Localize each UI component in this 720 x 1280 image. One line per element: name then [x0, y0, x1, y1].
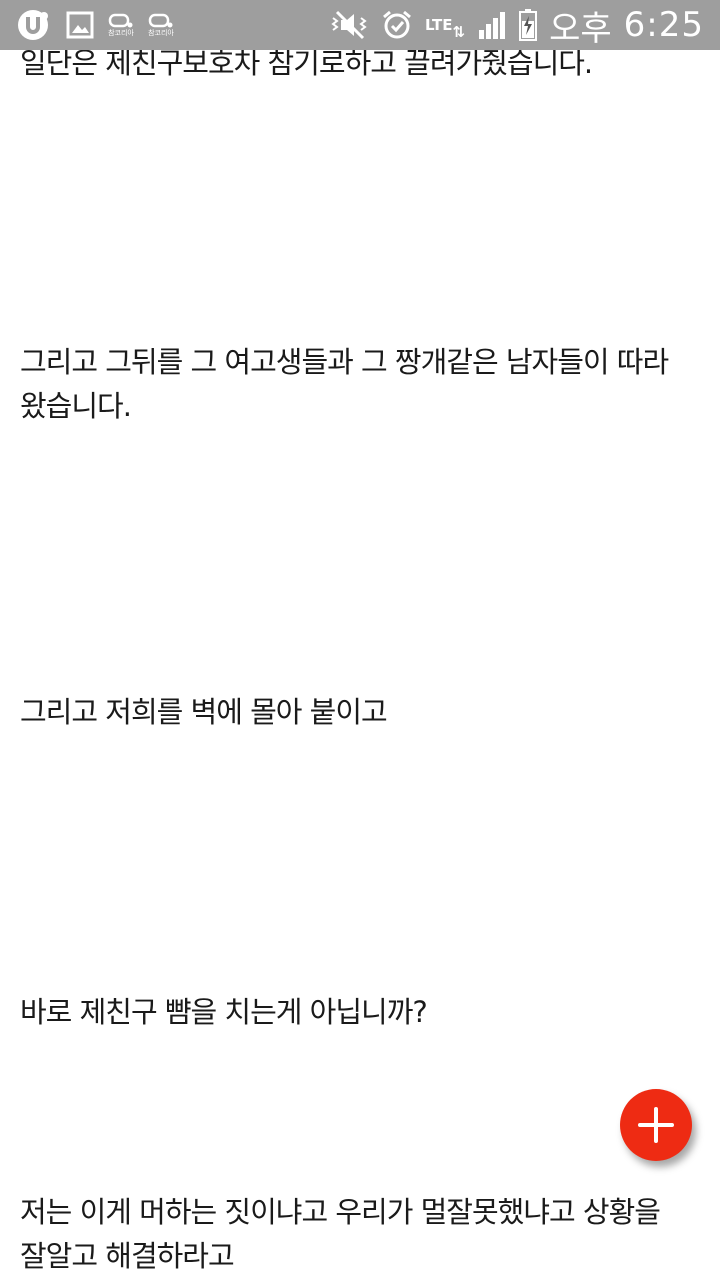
clock-ampm: 오후 [549, 8, 612, 49]
signal-icon [477, 10, 507, 40]
article-paragraph: 바로 제친구 뺨을 치는게 아닙니까? [20, 995, 428, 1029]
vibrate-mute-icon [329, 10, 369, 40]
lte-icon: LTE ⇅ [424, 16, 466, 41]
article-paragraph: 저는 이게 머하는 짓이냐고 우리가 멀잘못했냐고 상황을 잘알고 해결하라고 [20, 1195, 661, 1273]
article-paragraph: 그리고 그뒤를 그 여고생들과 그 짱개같은 남자들이 따라 왔습니다. [20, 345, 669, 423]
notification-icons: 참코리아 참코리아 [0, 8, 174, 42]
network-type-label: LTE [424, 16, 453, 34]
app-notification-icon: 참코리아 [108, 13, 134, 37]
add-fab-button[interactable] [620, 1089, 692, 1161]
app-notification-icon: 참코리아 [148, 13, 174, 37]
battery-charging-icon [519, 9, 538, 41]
gallery-icon [66, 11, 94, 39]
system-icons: LTE ⇅ 오후 6:25 [329, 1, 720, 50]
alarm-icon [381, 9, 413, 41]
status-bar: 참코리아 참코리아 LTE ⇅ 오후 6:25 [0, 0, 720, 50]
uplus-icon [16, 8, 52, 42]
article-paragraph: 그리고 저희를 벽에 몰아 붙이고 [20, 695, 388, 729]
app-icon-label: 참코리아 [148, 29, 174, 37]
clock-time: 6:25 [623, 5, 704, 45]
app-icon-label: 참코리아 [108, 29, 134, 37]
plus-icon [638, 1107, 674, 1143]
